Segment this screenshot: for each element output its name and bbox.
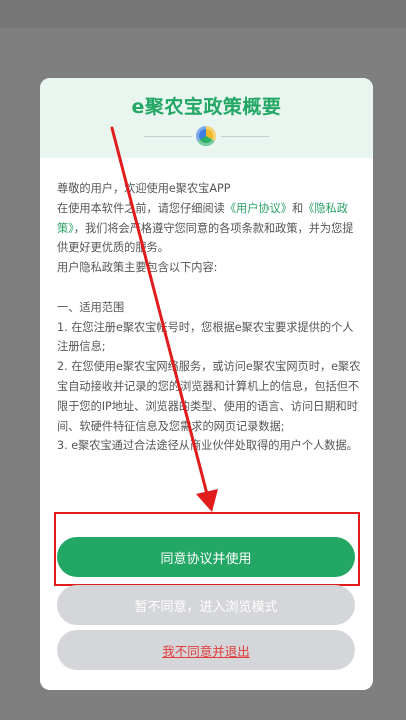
intro-paragraph: 在使用本软件之前，请您仔细阅读《用户协议》和《隐私政策》，我们将会严格遵守您同意… bbox=[57, 199, 362, 258]
exit-button-label: 我不同意并退出 bbox=[162, 643, 250, 659]
title-divider bbox=[40, 124, 373, 150]
policy-text: 尊敬的用户，欢迎使用e聚农宝APP 在使用本软件之前，请您仔细阅读《用户协议》和… bbox=[57, 179, 362, 456]
policy-dialog: e聚农宝政策概要 尊敬的用户，欢迎使用e聚农宝APP 在使用本软件之前，请您仔细… bbox=[40, 78, 373, 690]
agree-button[interactable]: 同意协议并使用 bbox=[57, 537, 355, 577]
divider-line-left bbox=[144, 136, 192, 137]
status-bar bbox=[0, 0, 406, 28]
summary-line: 用户隐私政策主要包含以下内容: bbox=[57, 261, 218, 275]
intro-suffix: ，我们将会严格遵守您同意的各项条款和政策，并为您提供更好更优质的服务。 bbox=[57, 221, 354, 255]
policy-item-1: 1. 在您注册e聚农宝帐号时，您根据e聚农宝要求提供的个人注册信息; bbox=[57, 320, 354, 354]
policy-item-2: 2. 在您使用e聚农宝网络服务，或访问e聚农宝网页时，e聚农宝自动接收并记录的您… bbox=[57, 360, 361, 433]
greeting-text: 尊敬的用户，欢迎使用e聚农宝APP bbox=[57, 182, 231, 195]
divider-line-right bbox=[221, 136, 269, 137]
intro-prefix: 在使用本软件之前，请您仔细阅读 bbox=[57, 201, 225, 215]
user-agreement-link[interactable]: 《用户协议》 bbox=[225, 202, 292, 215]
browse-mode-button[interactable]: 暂不同意，进入浏览模式 bbox=[57, 585, 355, 625]
dialog-title: e聚农宝政策概要 bbox=[131, 96, 282, 118]
dialog-header: e聚农宝政策概要 bbox=[40, 78, 373, 158]
app-logo-icon bbox=[196, 126, 216, 146]
and-text: 和 bbox=[291, 201, 304, 215]
exit-button[interactable]: 我不同意并退出 bbox=[57, 630, 355, 670]
section-title: 一、适用范围 bbox=[57, 300, 125, 314]
policy-item-3: 3. e聚农宝通过合法途径从商业伙伴处取得的用户个人数据。 bbox=[57, 439, 358, 453]
